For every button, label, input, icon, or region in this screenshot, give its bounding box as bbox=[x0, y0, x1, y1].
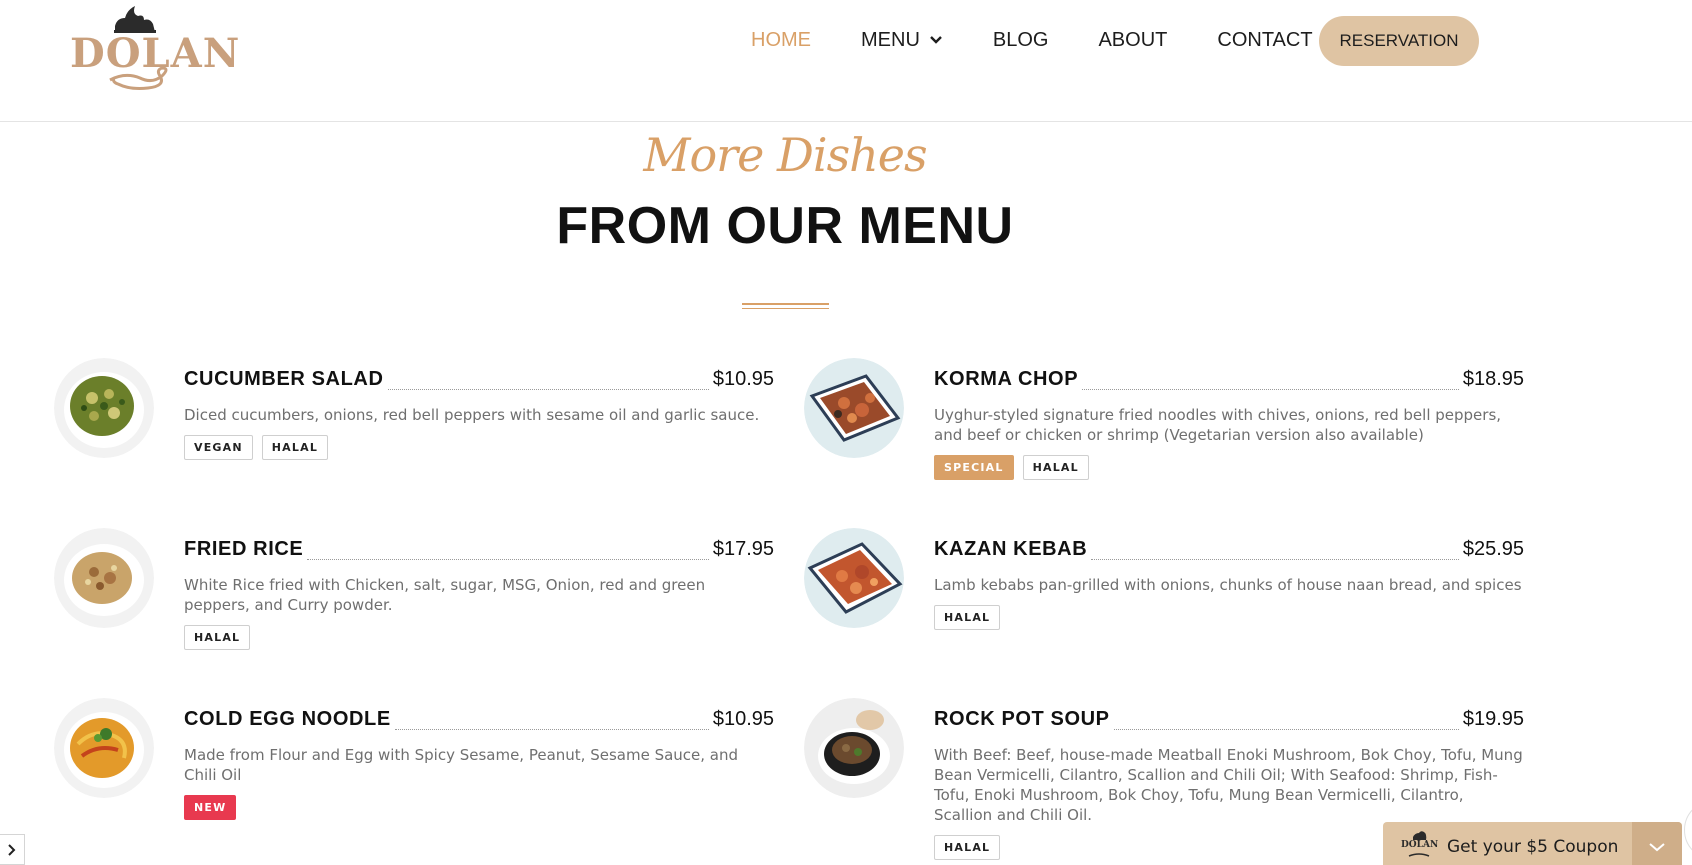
section-title: FROM OUR MENU bbox=[556, 197, 1014, 255]
dish-tags: HALAL bbox=[934, 605, 1524, 630]
dish-body: KORMA CHOP $18.95 Uyghur-styled signatur… bbox=[934, 368, 1524, 480]
dish-price: $10.95 bbox=[712, 708, 774, 730]
tag-halal: HALAL bbox=[261, 435, 329, 460]
dish-image bbox=[804, 358, 904, 458]
dish-name: FRIED RICE bbox=[184, 538, 304, 560]
main-nav: HOME MENU BLOG ABOUT CONTACT bbox=[751, 26, 1363, 54]
dish-description: White Rice fried with Chicken, salt, sug… bbox=[184, 576, 706, 614]
dish-name: KORMA CHOP bbox=[934, 368, 1079, 390]
leader-dots bbox=[387, 389, 709, 390]
dish-tags: HALAL bbox=[184, 625, 774, 650]
title-divider bbox=[742, 303, 829, 309]
side-panel-toggle[interactable] bbox=[0, 834, 25, 865]
dish-tags: VEGAN HALAL bbox=[184, 435, 774, 460]
tag-halal: HALAL bbox=[184, 625, 251, 650]
dish-price: $25.95 bbox=[1462, 538, 1524, 560]
dish-description: With Beef: Beef, house-made Meatball Eno… bbox=[934, 746, 1523, 824]
nav-home-label: HOME bbox=[751, 28, 811, 51]
tag-halal: HALAL bbox=[934, 605, 1001, 630]
chevron-right-icon bbox=[8, 843, 16, 856]
leader-dots bbox=[1082, 389, 1459, 390]
coupon-label: Get your $5 Coupon bbox=[1447, 837, 1619, 857]
nav-about[interactable]: ABOUT bbox=[1098, 29, 1167, 52]
chevron-down-icon bbox=[930, 36, 942, 44]
dish-price: $17.95 bbox=[712, 538, 774, 560]
nav-blog-label: BLOG bbox=[992, 28, 1049, 51]
dish-name: ROCK POT SOUP bbox=[934, 708, 1110, 730]
dish-tags: SPECIAL HALAL bbox=[934, 455, 1524, 480]
nav-menu[interactable]: MENU bbox=[861, 29, 943, 52]
nav-blog[interactable]: BLOG bbox=[993, 29, 1049, 52]
dish-price: $18.95 bbox=[1462, 368, 1524, 390]
leader-dots bbox=[394, 729, 709, 730]
brand-logo[interactable]: DOLAN bbox=[70, 2, 241, 94]
nav-contact-label: CONTACT bbox=[1217, 28, 1313, 51]
dish-price: $19.95 bbox=[1462, 708, 1524, 730]
dish-name: CUCUMBER SALAD bbox=[184, 368, 384, 390]
dish-name: KAZAN KEBAB bbox=[934, 538, 1088, 560]
tag-halal: HALAL bbox=[1022, 455, 1089, 480]
leader-dots bbox=[1113, 729, 1459, 730]
tag-vegan: VEGAN bbox=[184, 435, 253, 460]
coupon-bar[interactable]: DOLAN Get your $5 Coupon bbox=[1383, 822, 1682, 865]
coupon-logo: DOLAN bbox=[1401, 830, 1441, 864]
dish-price: $10.95 bbox=[712, 368, 774, 390]
logo-wordmark: DOLAN bbox=[70, 30, 241, 77]
dish-image bbox=[804, 528, 904, 628]
site-header: DOLAN HOME MENU BLOG ABOUT CONTACT RESER… bbox=[0, 0, 1692, 122]
dish-image bbox=[804, 698, 904, 798]
coupon-toggle-button[interactable] bbox=[1632, 822, 1682, 865]
dish-image bbox=[54, 358, 154, 458]
tag-new: NEW bbox=[184, 795, 237, 820]
tag-special: SPECIAL bbox=[934, 455, 1014, 480]
dish-name: COLD EGG NOODLE bbox=[184, 708, 391, 730]
dish-description: Made from Flour and Egg with Spicy Sesam… bbox=[184, 746, 739, 784]
reservation-button[interactable]: RESERVATION bbox=[1319, 16, 1479, 66]
dish-description: Lamb kebabs pan-grilled with onions, chu… bbox=[934, 576, 1522, 594]
dish-image bbox=[54, 528, 154, 628]
section-script-title: More Dishes bbox=[643, 128, 927, 182]
dish-description: Uyghur-styled signature fried noodles wi… bbox=[934, 406, 1502, 444]
nav-menu-label: MENU bbox=[861, 28, 920, 51]
chat-widget-button[interactable] bbox=[1684, 800, 1692, 860]
dish-body: FRIED RICE $17.95 White Rice fried with … bbox=[184, 538, 774, 650]
dish-tags: NEW bbox=[184, 795, 774, 820]
nav-home[interactable]: HOME bbox=[751, 29, 811, 52]
dish-image bbox=[54, 698, 154, 798]
nav-about-label: ABOUT bbox=[1098, 28, 1168, 51]
chevron-down-icon bbox=[1649, 843, 1665, 852]
leader-dots bbox=[307, 559, 709, 560]
coupon-logo-text: DOLAN bbox=[1401, 840, 1439, 850]
dish-body: CUCUMBER SALAD $10.95 Diced cucumbers, o… bbox=[184, 368, 774, 460]
tag-halal: HALAL bbox=[934, 835, 1001, 860]
dish-description: Diced cucumbers, onions, red bell pepper… bbox=[184, 406, 760, 424]
nav-contact[interactable]: CONTACT bbox=[1217, 29, 1312, 52]
leader-dots bbox=[1091, 559, 1459, 560]
dish-body: COLD EGG NOODLE $10.95 Made from Flour a… bbox=[184, 708, 774, 820]
dish-body: KAZAN KEBAB $25.95 Lamb kebabs pan-grill… bbox=[934, 538, 1524, 630]
